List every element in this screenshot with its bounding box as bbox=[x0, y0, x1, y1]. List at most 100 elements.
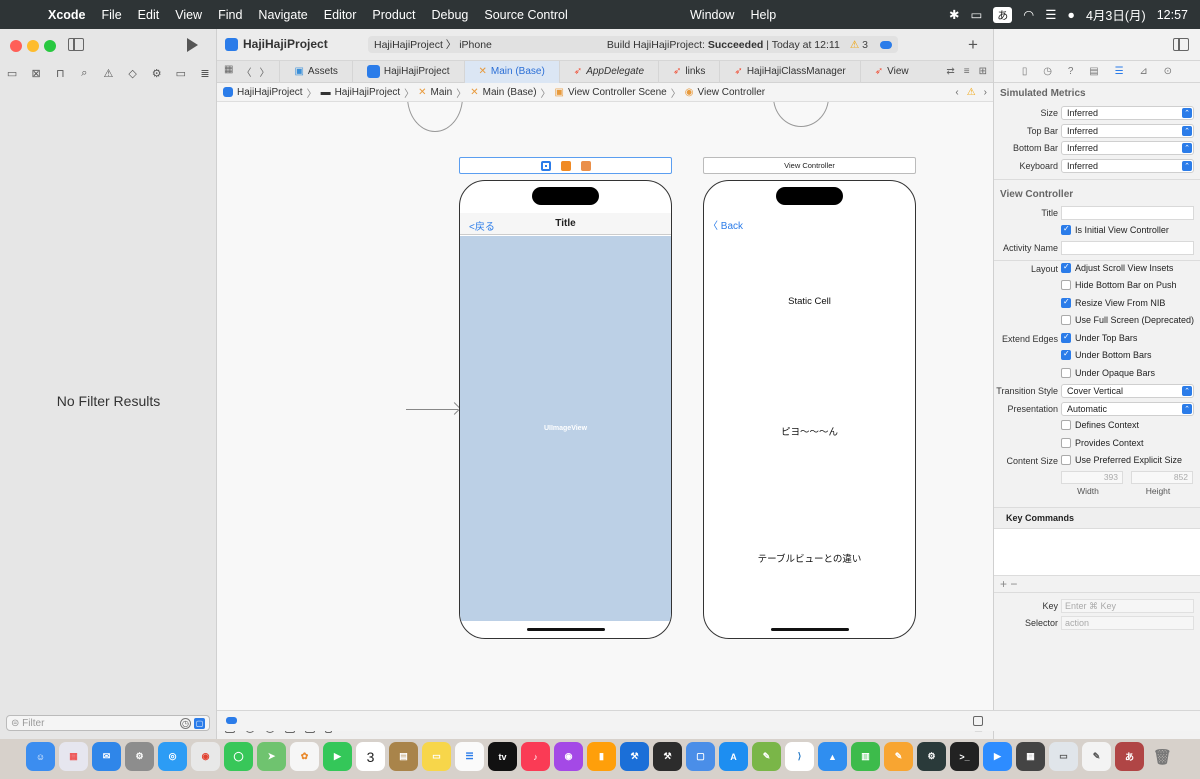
zoom-app-icon[interactable]: ▶ bbox=[983, 742, 1012, 771]
music-icon[interactable]: ♪ bbox=[521, 742, 550, 771]
messages-icon[interactable]: ◯ bbox=[224, 742, 253, 771]
preferred-size-checkbox[interactable]: Use Preferred Explicit Size bbox=[1061, 455, 1182, 465]
tab-view[interactable]: ➶ View bbox=[859, 60, 911, 83]
folder-icon[interactable]: ▭ bbox=[5, 67, 19, 80]
metric-size-select[interactable]: Inferred bbox=[1061, 106, 1194, 120]
storyboard-canvas[interactable]: View Controller <戻る Title UIImageView 〈 … bbox=[217, 102, 993, 715]
adjust-editor-icon[interactable]: ⇄ bbox=[946, 66, 954, 77]
battery-icon[interactable]: ▭ bbox=[970, 7, 982, 22]
menubar-date[interactable]: 4月3日(月) bbox=[1086, 5, 1146, 24]
app-store-icon[interactable]: A bbox=[719, 742, 748, 771]
related-items-icon[interactable]: ▦ bbox=[224, 64, 233, 79]
under-top-bars-checkbox[interactable]: Under Top Bars bbox=[1061, 332, 1137, 343]
forward-navigation-icon[interactable]: 〉 bbox=[259, 64, 269, 79]
maps-icon[interactable]: ➤ bbox=[257, 742, 286, 771]
activity-name-field[interactable] bbox=[1061, 241, 1194, 255]
sidebar-toggle-icon[interactable] bbox=[68, 38, 84, 51]
source-control-filter-icon[interactable]: ▢ bbox=[194, 717, 205, 729]
split-editor-icon[interactable]: ⊞ bbox=[979, 66, 987, 77]
scene-table-view-controller[interactable]: 〈 Back Static Cell ピヨ～～～ん テーブルビューとの違い bbox=[703, 180, 916, 639]
bluetooth-icon[interactable]: ✱ bbox=[949, 7, 959, 22]
file-inspector-icon[interactable]: ▯ bbox=[1022, 66, 1028, 77]
editor-options-icon[interactable]: ≡ bbox=[964, 66, 970, 77]
photos-icon[interactable]: ✿ bbox=[290, 742, 319, 771]
notes-icon[interactable]: ▤ bbox=[389, 742, 418, 771]
breadcrumb-view-controller[interactable]: View Controller bbox=[697, 87, 765, 98]
menu-editor[interactable]: Editor bbox=[316, 8, 365, 22]
warning-indicator[interactable]: ⚠ 3 bbox=[850, 39, 868, 51]
image-view[interactable]: UIImageView bbox=[460, 236, 671, 621]
menu-app[interactable]: Xcode bbox=[40, 8, 94, 22]
tab-classmanager[interactable]: ➶ HajiHajiClassManager bbox=[719, 60, 859, 83]
static-cell-label[interactable]: テーブルビューとの違い bbox=[704, 551, 915, 565]
initial-vc-arrow[interactable] bbox=[406, 409, 458, 410]
first-responder-icon[interactable] bbox=[560, 160, 571, 171]
simulator-icon[interactable]: ▢ bbox=[686, 742, 715, 771]
facetime-icon[interactable]: ▶ bbox=[323, 742, 352, 771]
terminal-icon[interactable]: >_ bbox=[950, 742, 979, 771]
menu-source-control[interactable]: Source Control bbox=[476, 8, 575, 22]
menu-find[interactable]: Find bbox=[210, 8, 250, 22]
selector-field[interactable]: action bbox=[1061, 616, 1194, 630]
metric-keyboard-select[interactable]: Inferred bbox=[1061, 158, 1194, 173]
books-icon[interactable]: ▮ bbox=[587, 742, 616, 771]
initial-vc-checkbox[interactable]: Is Initial View Controller bbox=[1061, 224, 1169, 235]
debug-area-toggle-icon[interactable] bbox=[226, 717, 237, 724]
tab-links[interactable]: ➶ links bbox=[658, 60, 719, 83]
history-inspector-icon[interactable]: ◷ bbox=[1043, 66, 1052, 77]
trash-icon[interactable]: 🗑 bbox=[1148, 742, 1177, 771]
zoom-window-button[interactable] bbox=[44, 40, 56, 52]
menu-product[interactable]: Product bbox=[364, 8, 423, 22]
static-cell-label[interactable]: ピヨ～～～ん bbox=[704, 424, 915, 438]
launchpad-icon[interactable]: ▦ bbox=[59, 742, 88, 771]
stickies-icon[interactable]: ▭ bbox=[422, 742, 451, 771]
static-cell-label[interactable]: Static Cell bbox=[704, 296, 915, 307]
breadcrumb-group[interactable]: HajiHajiProject bbox=[335, 87, 401, 98]
metric-topbar-select[interactable]: Inferred bbox=[1061, 123, 1194, 138]
scene-dock-header[interactable]: View Controller bbox=[703, 157, 916, 174]
system-settings-icon[interactable]: ⚙ bbox=[125, 742, 154, 771]
menubar-time[interactable]: 12:57 bbox=[1157, 8, 1188, 22]
breadcrumb-main[interactable]: Main bbox=[431, 87, 453, 98]
tab-project[interactable]: HajiHajiProject bbox=[351, 60, 464, 83]
defines-context-checkbox[interactable]: Defines Context bbox=[1061, 420, 1139, 430]
hide-bottom-bar-checkbox[interactable]: Hide Bottom Bar on Push bbox=[1061, 280, 1177, 290]
input-method-indicator[interactable]: あ bbox=[993, 6, 1013, 23]
menu-file[interactable]: File bbox=[94, 8, 130, 22]
resize-from-nib-checkbox[interactable]: Resize View From NIB bbox=[1061, 297, 1165, 308]
find-icon[interactable]: ⌕ bbox=[77, 67, 91, 80]
script-editor-icon[interactable]: ✎ bbox=[752, 742, 781, 771]
title-field[interactable] bbox=[1061, 206, 1194, 220]
issue-warning-icon[interactable]: ⚠ bbox=[967, 87, 976, 98]
run-button[interactable] bbox=[187, 38, 198, 52]
reminders-icon[interactable]: ☰ bbox=[455, 742, 484, 771]
source-control-icon[interactable]: ⊠ bbox=[29, 67, 43, 80]
navigator-filter-field[interactable]: ⊜ Filter ◷ ▢ bbox=[6, 715, 210, 731]
cloud-icon[interactable] bbox=[880, 40, 892, 49]
key-field[interactable]: Enter ⌘ Key bbox=[1061, 598, 1194, 613]
keynote-icon[interactable]: ▲ bbox=[818, 742, 847, 771]
identity-inspector-icon[interactable]: ▤ bbox=[1089, 66, 1098, 77]
full-screen-checkbox[interactable]: Use Full Screen (Deprecated) bbox=[1061, 315, 1194, 325]
siri-icon[interactable]: ● bbox=[1067, 8, 1075, 22]
key-commands-table[interactable] bbox=[994, 528, 1200, 575]
preview-icon[interactable]: ▭ bbox=[1049, 742, 1078, 771]
vscode-icon[interactable]: ⟩ bbox=[785, 742, 814, 771]
numbers-icon[interactable]: ▥ bbox=[851, 742, 880, 771]
dictionary-icon[interactable]: あ bbox=[1115, 742, 1144, 771]
issue-icon[interactable]: ⚠ bbox=[101, 67, 115, 80]
instruments-icon[interactable]: ⚒ bbox=[653, 742, 682, 771]
menu-view[interactable]: View bbox=[167, 8, 210, 22]
breadcrumb-main-base[interactable]: Main (Base) bbox=[483, 87, 537, 98]
under-opaque-bars-checkbox[interactable]: Under Opaque Bars bbox=[1061, 367, 1155, 378]
tools-icon[interactable]: ⚙ bbox=[917, 742, 946, 771]
provides-context-checkbox[interactable]: Provides Context bbox=[1061, 437, 1144, 448]
tab-assets[interactable]: ▣ Assets bbox=[279, 60, 351, 83]
size-inspector-icon[interactable]: ⊿ bbox=[1139, 66, 1147, 77]
wifi-icon[interactable]: ◠ bbox=[1023, 7, 1034, 22]
menu-navigate[interactable]: Navigate bbox=[250, 8, 315, 22]
safari-icon[interactable]: ◎ bbox=[158, 742, 187, 771]
breadcrumb-scene[interactable]: View Controller Scene bbox=[568, 87, 667, 98]
exit-icon[interactable] bbox=[580, 160, 591, 171]
view-controller-icon[interactable] bbox=[540, 160, 551, 171]
